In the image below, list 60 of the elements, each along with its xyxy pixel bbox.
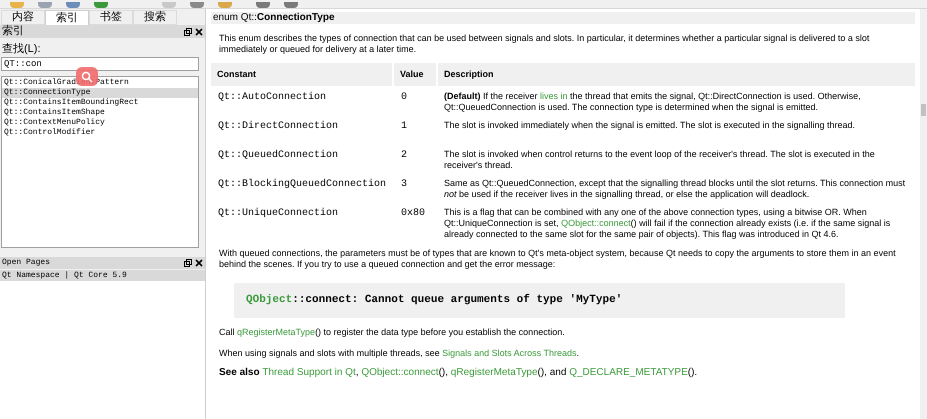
value-cell-text: 1 [400, 120, 408, 134]
panel-title: 索引 [2, 24, 24, 40]
scrollbar[interactable] [920, 9, 927, 419]
body-paragraph: When using signals and slots with multiple threads, see Signals and Slots Across Threads. [218, 348, 580, 359]
float-icon[interactable] [184, 28, 192, 36]
constant-cell-text: Qt::UniqueConnection [217, 207, 340, 221]
open-page-entry[interactable]: Qt Namespace | Qt Core 5.9 [0, 270, 205, 281]
constant-cell-text: Qt::AutoConnection [217, 91, 328, 105]
link[interactable]: qRegisterMetaType [450, 367, 538, 378]
constant-cell-text: Qt::BlockingQueuedConnection [217, 178, 388, 192]
link[interactable]: Thread Support in Qt [262, 367, 356, 378]
link[interactable]: Signals and Slots Across Threads [442, 348, 577, 358]
link[interactable]: qRegisterMetaType [237, 327, 316, 337]
toolbar-icon[interactable] [190, 2, 204, 8]
description-cell-text: Same as Qt::QueuedConnection, except that the signalling thread blocks until the slot returns. This connection must not be used if the receiver lives in the signalling thread, or else the application will deadlock. [443, 178, 906, 201]
value-cell-text: 0 [400, 91, 408, 105]
constant-cell-text: Qt::QueuedConnection [217, 149, 340, 163]
column-header: Description [438, 63, 915, 86]
body-paragraph: With queued connections, the parameters must be of types that are known to Qt's meta-object system, because Qt needs to copy the arguments to store them in an event behind the scenes. If you try to use a queued connection and get the error message: [218, 248, 897, 270]
description-cell-text: (Default) If the receiver lives in the thread that emits the signal, Qt::DirectConnection is used. Otherwise, Qt::QueuedConnection is used. The connection type is determined when the signal is emitted. [443, 91, 862, 114]
link[interactable]: Q_DECLARE_METATYPE [569, 367, 688, 378]
column-header: Value [394, 63, 436, 86]
link[interactable]: lives in [540, 91, 568, 101]
index-entry[interactable]: Qt::ControlModifier [2, 128, 198, 138]
find-label: 查找(L): [1, 42, 42, 54]
toolbar-icon[interactable] [38, 2, 52, 8]
column-header: Constant [211, 63, 392, 86]
index-entry[interactable]: Qt::ContainsItemShape [2, 108, 198, 118]
float-icon[interactable] [184, 259, 192, 267]
link[interactable]: QObject::connect [561, 218, 631, 228]
intro-paragraph: This enum describes the types of connection that can be used between signals and slots. In particular, it determines whether a particular signal is delivered to a slot immediately or queued for delivery at a later time. [218, 33, 870, 55]
description-cell-text: This is a flag that can be combined with any one of the above connection types, using a bitwise OR. When Qt::UniqueConnection is set, QObject::connect() will fail if the connection already exists (i.e. if the same signal is already connected to the same slot for the same pair of objects). This flag was introduced in Qt 4.6. [443, 207, 892, 240]
code-block: QObject::connect: Cannot queue arguments of type 'MyType' [234, 283, 845, 318]
value-cell-text: 3 [400, 178, 408, 192]
toolbar-icon[interactable] [284, 2, 298, 8]
description-cell-text: The slot is invoked when control returns to the event loop of the receiver's thread. The slot is executed in the receiver's thread. [443, 149, 876, 172]
value-cell-text: 2 [400, 149, 408, 163]
see-also-paragraph: See also Thread Support in Qt, QObject::connect(), qRegisterMetaType(), and Q_DECLARE_METATYPE(). [218, 367, 698, 378]
toolbar-icon[interactable] [94, 2, 108, 8]
enum-heading: enum Qt::ConnectionType [211, 12, 915, 24]
search-field[interactable]: QT::con [1, 57, 199, 71]
toolbar-icon[interactable] [218, 2, 232, 8]
panel-title: Open Pages [2, 257, 50, 269]
index-entry[interactable]: Qt::ContainsItemBoundingRect [2, 98, 198, 108]
close-icon[interactable] [195, 259, 203, 267]
tab[interactable]: 内容 [1, 10, 45, 25]
value-cell-text: 0x80 [400, 207, 426, 221]
index-entry[interactable]: Qt::ContextMenuPolicy [2, 118, 198, 128]
tab[interactable]: 搜索 [133, 10, 177, 25]
index-entry[interactable]: Qt::ConnectionType [2, 88, 198, 98]
constant-cell-text: Qt::DirectConnection [217, 120, 340, 134]
toolbar-icon[interactable] [256, 2, 270, 8]
body-paragraph: Call qRegisterMetaType() to register the data type before you establish the connection. [218, 327, 566, 338]
toolbar-icon[interactable] [66, 2, 80, 8]
tab[interactable]: 索引 [45, 10, 89, 25]
link[interactable]: QObject::connect [361, 367, 439, 378]
tab[interactable]: 书签 [89, 10, 133, 25]
toolbar-icon[interactable] [10, 2, 24, 8]
description-cell-text: The slot is invoked immediately when the signal is emitted. The slot is executed in the signalling thread. [443, 120, 856, 132]
close-icon[interactable] [195, 28, 203, 36]
